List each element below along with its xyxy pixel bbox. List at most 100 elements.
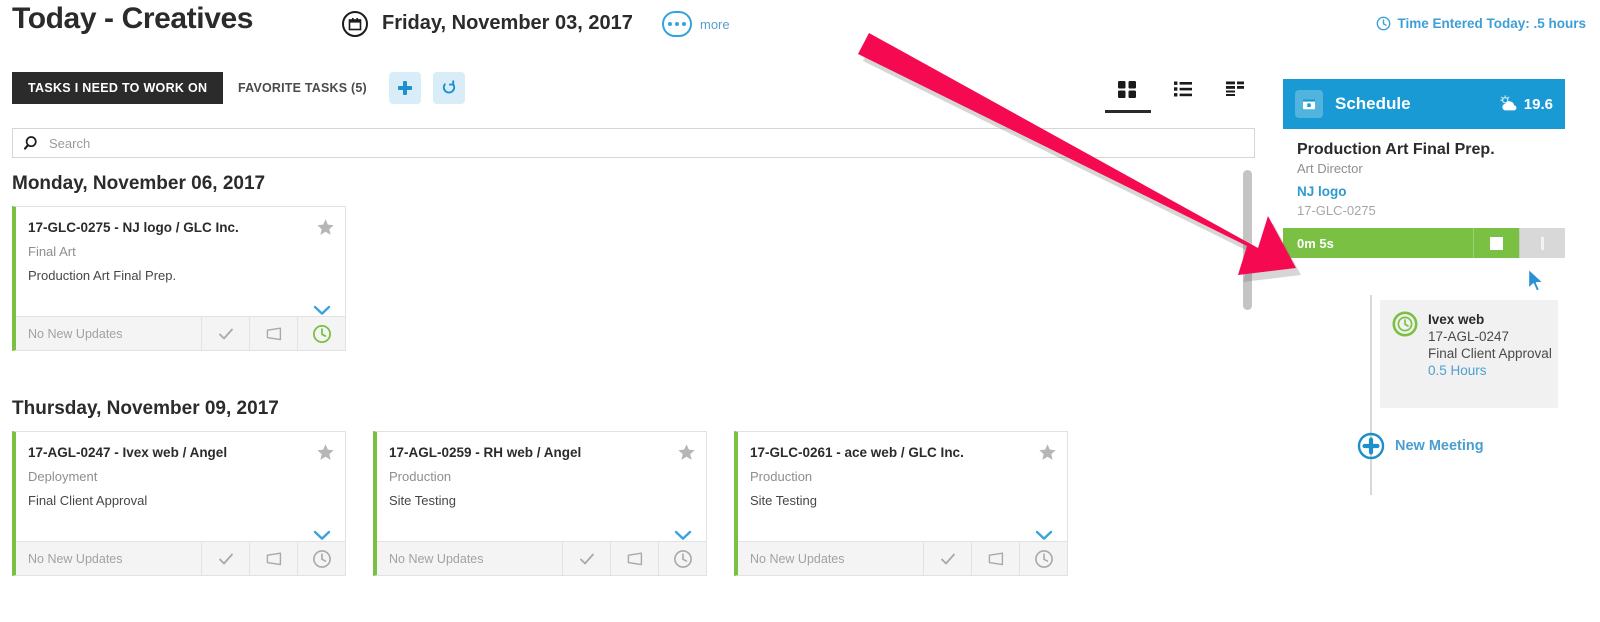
task-card-updates: No New Updates	[750, 551, 845, 566]
task-card[interactable]: 17-AGL-0247 - Ivex web / Angel Deploymen…	[12, 431, 346, 576]
event-hours[interactable]: 0.5 Hours	[1428, 363, 1558, 378]
active-task-code: 17-GLC-0275	[1297, 203, 1376, 218]
event-task: Final Client Approval	[1428, 346, 1552, 361]
schedule-panel-title: Schedule	[1335, 94, 1411, 113]
schedule-timeline	[1370, 295, 1372, 495]
task-card-updates: No New Updates	[28, 326, 123, 341]
note-icon	[266, 552, 281, 565]
task-card-footer: No New Updates	[738, 541, 1067, 575]
plus-circle-icon	[1357, 432, 1385, 460]
note-icon	[266, 327, 281, 340]
active-task-block: Production Art Final Prep. Art Director …	[1283, 129, 1565, 258]
task-card-task: Site Testing	[750, 493, 817, 508]
page-title: Today - Creatives	[12, 2, 254, 35]
weather-indicator: 19.6	[1498, 95, 1553, 113]
schedule-panel-header: Schedule 19.6	[1283, 79, 1565, 129]
app-root: Today - Creatives Friday, November 03, 2…	[0, 0, 1600, 622]
schedule-panel: Schedule 19.6 Production Art Final Prep.…	[1283, 79, 1565, 258]
task-card-title: 17-GLC-0275 - NJ logo / GLC Inc.	[28, 220, 239, 235]
main-scrollbar-track[interactable]	[1240, 166, 1254, 612]
complete-task-button[interactable]	[923, 542, 971, 575]
schedule-event[interactable]: Ivex web 17-AGL-0247 Final Client Approv…	[1380, 300, 1558, 408]
new-meeting-button[interactable]: New Meeting	[1357, 432, 1484, 460]
new-meeting-label: New Meeting	[1395, 438, 1484, 454]
clock-icon	[312, 549, 331, 568]
search-icon	[23, 136, 37, 150]
chevron-down-icon[interactable]	[1035, 530, 1053, 541]
active-task-project[interactable]: NJ logo	[1283, 176, 1565, 199]
note-icon	[988, 552, 1003, 565]
task-card-title: 17-GLC-0261 - ace web / GLC Inc.	[750, 445, 964, 460]
star-icon[interactable]	[677, 443, 696, 462]
grid-view-button[interactable]	[1105, 76, 1149, 102]
detail-view-button[interactable]	[1213, 76, 1257, 102]
note-icon	[627, 552, 642, 565]
start-timer-button[interactable]	[1019, 542, 1067, 575]
clock-icon	[1377, 16, 1391, 31]
stop-icon	[1490, 236, 1503, 250]
main-scrollbar-thumb[interactable]	[1243, 170, 1252, 310]
task-card-task: Final Client Approval	[28, 493, 148, 508]
add-task-button[interactable]	[389, 72, 421, 104]
add-note-button[interactable]	[971, 542, 1019, 575]
clock-icon	[1034, 549, 1053, 568]
weather-temperature: 19.6	[1523, 95, 1553, 113]
list-view-button[interactable]	[1161, 76, 1205, 102]
timer-stop-button[interactable]	[1473, 228, 1519, 258]
task-card-phase: Deployment	[28, 469, 98, 484]
start-timer-button[interactable]	[297, 542, 345, 575]
view-toggle-group	[1105, 74, 1265, 114]
task-card-phase: Production	[750, 469, 813, 484]
search-placeholder: Search	[49, 135, 91, 151]
partly-cloudy-icon	[1500, 95, 1517, 111]
clock-circle-icon	[1392, 311, 1418, 337]
task-card[interactable]: 17-AGL-0259 - RH web / Angel Production …	[373, 431, 707, 576]
task-card[interactable]: 17-GLC-0261 - ace web / GLC Inc. Product…	[734, 431, 1068, 576]
time-entered-today[interactable]: Time Entered Today: .5 hours	[1376, 16, 1586, 31]
search-input[interactable]: Search	[12, 128, 1255, 158]
complete-task-button[interactable]	[562, 542, 610, 575]
task-card[interactable]: 17-GLC-0275 - NJ logo / GLC Inc. Final A…	[12, 206, 346, 351]
star-icon[interactable]	[1038, 443, 1057, 462]
task-card-task: Site Testing	[389, 493, 456, 508]
day-heading-thursday: Thursday, November 09, 2017	[12, 398, 279, 419]
complete-task-button[interactable]	[201, 542, 249, 575]
complete-task-button[interactable]	[201, 317, 249, 350]
clock-icon	[673, 549, 692, 568]
refresh-button[interactable]	[433, 72, 465, 104]
list-icon	[1174, 81, 1192, 97]
task-card-footer: No New Updates	[377, 541, 706, 575]
detail-list-icon	[1226, 81, 1244, 96]
tab-favorite-tasks[interactable]: FAVORITE TASKS (5)	[238, 72, 367, 104]
active-task-role: Art Director	[1297, 161, 1363, 176]
chevron-down-icon[interactable]	[674, 530, 692, 541]
task-card-footer: No New Updates	[16, 541, 345, 575]
start-timer-button[interactable]	[658, 542, 706, 575]
add-note-button[interactable]	[249, 317, 297, 350]
more-label[interactable]: more	[700, 17, 730, 32]
active-timer-bar: 0m 5s	[1283, 228, 1565, 258]
star-icon[interactable]	[316, 443, 335, 462]
grid-view-active-indicator	[1105, 110, 1151, 113]
active-task-title: Production Art Final Prep.	[1297, 141, 1495, 158]
star-icon[interactable]	[316, 218, 335, 237]
tab-tasks-i-need-to-work-on[interactable]: TASKS I NEED TO WORK ON	[12, 72, 224, 104]
header-date: Friday, November 03, 2017	[382, 12, 633, 34]
check-icon	[218, 553, 233, 564]
day-heading-monday: Monday, November 06, 2017	[12, 173, 266, 194]
add-note-button[interactable]	[610, 542, 658, 575]
task-card-task: Production Art Final Prep.	[28, 268, 177, 283]
calendar-icon	[342, 11, 368, 37]
start-timer-button[interactable]	[297, 317, 345, 350]
event-project: Ivex web	[1428, 312, 1485, 327]
mouse-cursor	[1527, 268, 1544, 292]
chevron-down-icon[interactable]	[313, 305, 331, 316]
timer-elapsed: 0m 5s	[1283, 228, 1473, 258]
chevron-down-icon[interactable]	[313, 530, 331, 541]
timer-pause-button[interactable]	[1519, 228, 1565, 258]
task-card-updates: No New Updates	[28, 551, 123, 566]
ellipsis-icon[interactable]	[662, 11, 692, 37]
event-code: 17-AGL-0247	[1428, 329, 1510, 344]
add-note-button[interactable]	[249, 542, 297, 575]
page-header: Today - Creatives Friday, November 03, 2…	[0, 0, 1600, 58]
